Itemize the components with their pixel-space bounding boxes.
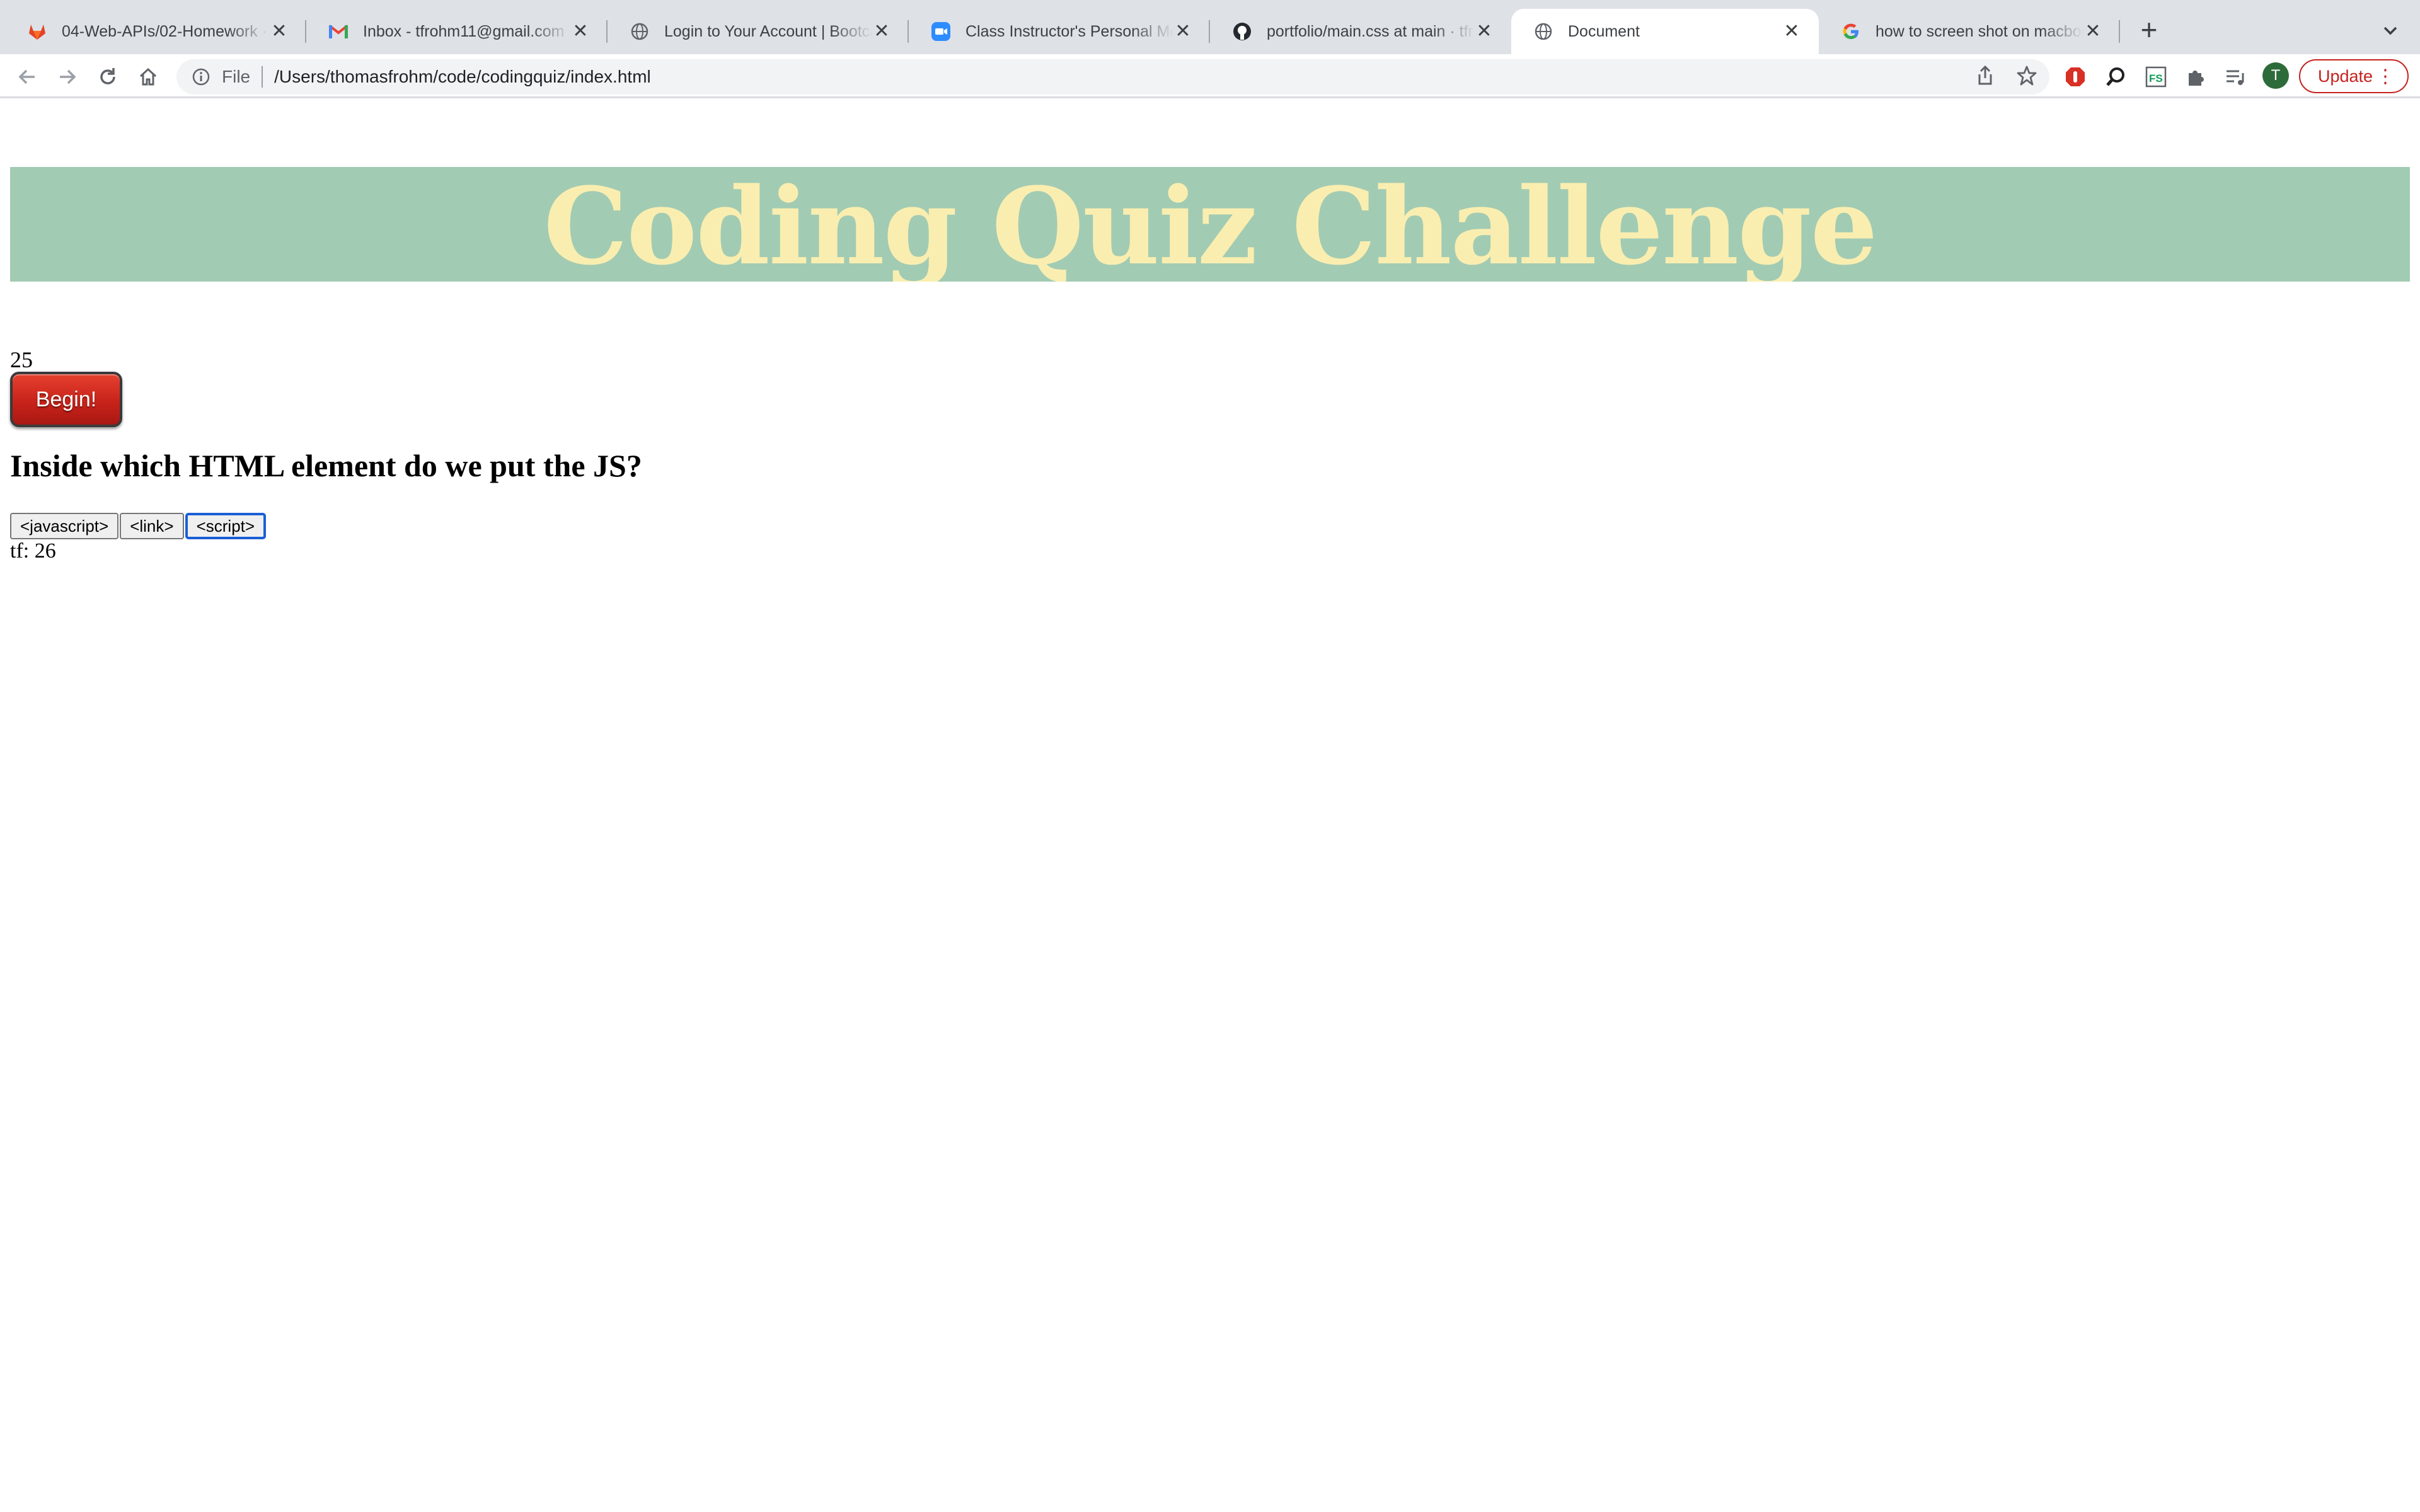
puzzle-icon[interactable] xyxy=(2184,65,2208,89)
chevron-down-icon xyxy=(2383,26,2397,35)
arrow-left-icon xyxy=(18,69,35,84)
tab-title: Class Instructor's Personal Meeting Room xyxy=(965,22,1173,40)
globe-icon xyxy=(629,21,650,42)
avatar[interactable]: T xyxy=(2262,62,2289,89)
fs-extension-icon[interactable]: FS xyxy=(2144,65,2168,89)
answer-button-javascript[interactable]: <javascript> xyxy=(10,513,119,539)
zoom-lens-extension-icon[interactable] xyxy=(2104,65,2128,89)
answer-button-link[interactable]: <link> xyxy=(120,513,184,539)
browser-toolbar: File /Users/thomasfrohm/code/codingquiz/… xyxy=(0,54,2420,98)
tab-title: Document xyxy=(1568,22,1640,40)
browser-tab[interactable]: Inbox - tfrohm11@gmail.com - Gmail ✕ xyxy=(306,9,608,54)
tab-search-button[interactable] xyxy=(2376,16,2405,45)
browser-tab-active[interactable]: Document ✕ xyxy=(1511,9,1819,54)
begin-button[interactable]: Begin! xyxy=(10,372,122,427)
new-tab-button[interactable]: + xyxy=(2133,14,2165,47)
address-url[interactable]: /Users/thomasfrohm/code/codingquiz/index… xyxy=(274,67,651,87)
close-icon[interactable]: ✕ xyxy=(2083,22,2102,41)
tab-title: portfolio/main.css at main · tfrohm xyxy=(1267,22,1475,40)
share-icon[interactable] xyxy=(1974,64,1997,90)
google-icon xyxy=(1840,21,1862,42)
browser-tab[interactable]: Login to Your Account | Bootcamp Spot ✕ xyxy=(608,9,909,54)
answer-button-script[interactable]: <script> xyxy=(185,513,267,539)
address-scheme-label: File xyxy=(222,67,251,86)
reading-list-icon[interactable] xyxy=(2223,65,2247,89)
close-icon[interactable]: ✕ xyxy=(270,22,289,41)
forward-button[interactable] xyxy=(54,64,81,90)
address-bar[interactable]: File /Users/thomasfrohm/code/codingquiz/… xyxy=(176,59,2049,94)
back-button[interactable] xyxy=(14,64,40,90)
page-viewport: Coding Quiz Challenge 25 Begin! Inside w… xyxy=(0,100,2420,1512)
address-divider xyxy=(262,66,263,88)
reload-icon xyxy=(100,68,115,84)
answer-choices: <javascript> <link> <script> xyxy=(10,513,267,539)
browser-tab[interactable]: 04-Web-APIs/02-Homework · GitLab ✕ xyxy=(5,9,306,54)
close-icon[interactable]: ✕ xyxy=(571,22,590,41)
zoom-icon xyxy=(930,21,952,42)
update-label: Update xyxy=(2318,66,2373,86)
close-icon[interactable]: ✕ xyxy=(872,22,891,41)
home-button[interactable] xyxy=(135,64,161,90)
github-icon xyxy=(1231,21,1253,42)
svg-text:FS: FS xyxy=(2149,72,2163,84)
more-vert-icon: ⋮ xyxy=(2376,66,2395,87)
close-icon[interactable]: ✕ xyxy=(1782,22,1801,41)
adblock-extension-icon[interactable] xyxy=(2063,65,2087,89)
tab-title: Login to Your Account | Bootcamp Spot xyxy=(664,22,872,40)
page-header-banner: Coding Quiz Challenge xyxy=(10,167,2410,282)
tab-bar: 04-Web-APIs/02-Homework · GitLab ✕ Inbox… xyxy=(0,0,2420,54)
home-icon xyxy=(139,67,157,86)
info-icon[interactable] xyxy=(190,66,212,88)
gmail-icon xyxy=(328,21,349,42)
quiz-feedback: tf: 26 xyxy=(10,539,56,563)
browser-tab[interactable]: how to screen shot on macbook ✕ xyxy=(1819,9,2120,54)
update-button[interactable]: Update ⋮ xyxy=(2299,59,2409,93)
tab-title: Inbox - tfrohm11@gmail.com - Gmail xyxy=(363,22,571,40)
quiz-timer: 25 xyxy=(10,347,33,372)
arrow-right-icon xyxy=(60,69,76,84)
quiz-question: Inside which HTML element do we put the … xyxy=(10,448,642,483)
tab-title: how to screen shot on macbook xyxy=(1876,22,2083,40)
tab-title: 04-Web-APIs/02-Homework · GitLab xyxy=(62,22,270,40)
browser-tab[interactable]: Class Instructor's Personal Meeting Room… xyxy=(909,9,1210,54)
page-title: Coding Quiz Challenge xyxy=(543,167,1877,282)
gitlab-icon xyxy=(26,21,48,42)
browser-tab[interactable]: portfolio/main.css at main · tfrohm ✕ xyxy=(1210,9,1511,54)
close-icon[interactable]: ✕ xyxy=(1173,22,1192,41)
reload-button[interactable] xyxy=(95,64,121,90)
close-icon[interactable]: ✕ xyxy=(1475,22,1494,41)
bookmark-star-icon[interactable] xyxy=(2015,64,2038,90)
globe-icon xyxy=(1533,21,1554,42)
